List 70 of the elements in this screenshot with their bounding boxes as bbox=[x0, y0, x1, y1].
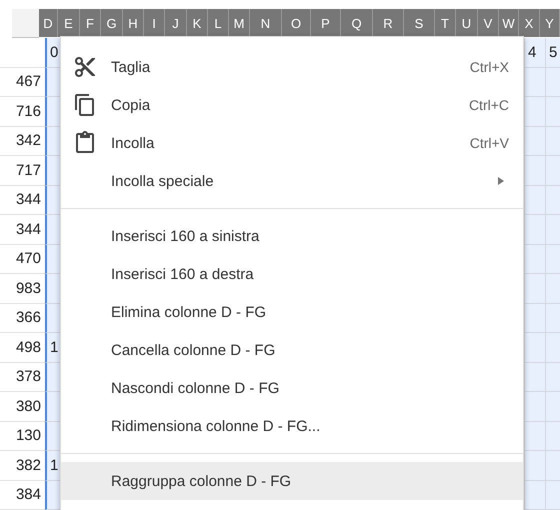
menu-item[interactable]: Ridimensiona colonne D - FG... bbox=[61, 407, 523, 445]
menu-item[interactable]: Incolla speciale bbox=[61, 162, 523, 200]
grid-cell[interactable] bbox=[525, 97, 546, 126]
column-header[interactable]: O bbox=[282, 9, 311, 37]
column-header[interactable]: P bbox=[311, 9, 341, 37]
grid-cell[interactable] bbox=[546, 68, 560, 97]
grid-cell[interactable]: 5 bbox=[546, 38, 560, 68]
clipboard-icon bbox=[73, 131, 97, 155]
grid-cell[interactable] bbox=[525, 156, 546, 186]
scissors-icon bbox=[73, 55, 97, 79]
column-header[interactable]: U bbox=[456, 9, 478, 37]
column-header[interactable]: E bbox=[58, 9, 80, 37]
grid-cell[interactable] bbox=[546, 274, 560, 304]
menu-item[interactable]: Raggruppa colonne D - FG bbox=[61, 462, 523, 500]
column-header[interactable]: V bbox=[478, 9, 499, 37]
grid-cell[interactable] bbox=[525, 451, 546, 480]
column-header[interactable]: X bbox=[519, 9, 540, 37]
menu-item[interactable]: Incolla Ctrl+V bbox=[61, 124, 523, 162]
grid-cell[interactable] bbox=[546, 97, 560, 126]
grid-cell[interactable] bbox=[525, 126, 546, 156]
column-header[interactable]: Q bbox=[341, 9, 373, 37]
grid-cell[interactable] bbox=[546, 333, 560, 362]
column-header[interactable]: G bbox=[101, 9, 123, 37]
column-header[interactable]: R bbox=[373, 9, 404, 37]
copy-icon bbox=[73, 93, 97, 117]
grid-cell[interactable] bbox=[525, 244, 546, 274]
grid-cell[interactable] bbox=[525, 392, 546, 422]
grid-cell[interactable] bbox=[525, 333, 546, 362]
menu-item[interactable]: Copia Ctrl+C bbox=[61, 86, 523, 124]
grid-cell[interactable] bbox=[546, 156, 560, 186]
menu-item[interactable]: Nascondi colonne D - FG bbox=[61, 369, 523, 407]
column-header[interactable]: Y bbox=[540, 9, 560, 37]
grid-cell[interactable] bbox=[525, 422, 546, 451]
grid-cell[interactable] bbox=[525, 68, 546, 97]
menu-item[interactable]: Inserisci 160 a destra bbox=[61, 255, 523, 293]
column-header[interactable]: S bbox=[404, 9, 435, 37]
column-header[interactable]: M bbox=[229, 9, 250, 37]
column-header[interactable]: I bbox=[144, 9, 165, 37]
grid-cell[interactable]: 4 bbox=[525, 38, 546, 68]
grid-cell[interactable] bbox=[525, 274, 546, 304]
column-header[interactable]: T bbox=[435, 9, 456, 37]
column-header[interactable]: D bbox=[39, 9, 58, 37]
grid-cell[interactable] bbox=[525, 362, 546, 392]
column-header[interactable]: N bbox=[250, 9, 282, 37]
grid-cell[interactable] bbox=[546, 186, 560, 215]
grid-cell[interactable] bbox=[546, 304, 560, 333]
grid-cell[interactable] bbox=[525, 480, 546, 510]
menu-item[interactable]: Taglia Ctrl+X bbox=[61, 48, 523, 86]
grid-cell[interactable] bbox=[546, 215, 560, 244]
grid-cell[interactable] bbox=[546, 451, 560, 480]
grid-cell[interactable] bbox=[546, 480, 560, 510]
grid-cell[interactable] bbox=[525, 215, 546, 244]
column-header[interactable]: F bbox=[80, 9, 101, 37]
corner-cell[interactable] bbox=[12, 9, 39, 38]
grid-cell[interactable] bbox=[525, 304, 546, 333]
column-header[interactable]: W bbox=[499, 9, 519, 37]
grid-cell[interactable] bbox=[525, 186, 546, 215]
grid-cell[interactable] bbox=[546, 362, 560, 392]
column-header[interactable]: L bbox=[208, 9, 229, 37]
column-header[interactable]: H bbox=[123, 9, 144, 37]
menu-item[interactable]: Inserisci 160 a sinistra bbox=[61, 217, 523, 255]
grid-cell[interactable] bbox=[546, 126, 560, 156]
grid-cell[interactable] bbox=[546, 392, 560, 422]
column-header[interactable]: J bbox=[165, 9, 187, 37]
menu-item[interactable]: Cancella colonne D - FG bbox=[61, 331, 523, 369]
submenu-arrow-icon bbox=[497, 177, 505, 185]
grid-cell[interactable] bbox=[546, 244, 560, 274]
grid-cell[interactable] bbox=[546, 422, 560, 451]
column-header[interactable]: K bbox=[187, 9, 208, 37]
menu-item[interactable]: Elimina colonne D - FG bbox=[61, 293, 523, 331]
